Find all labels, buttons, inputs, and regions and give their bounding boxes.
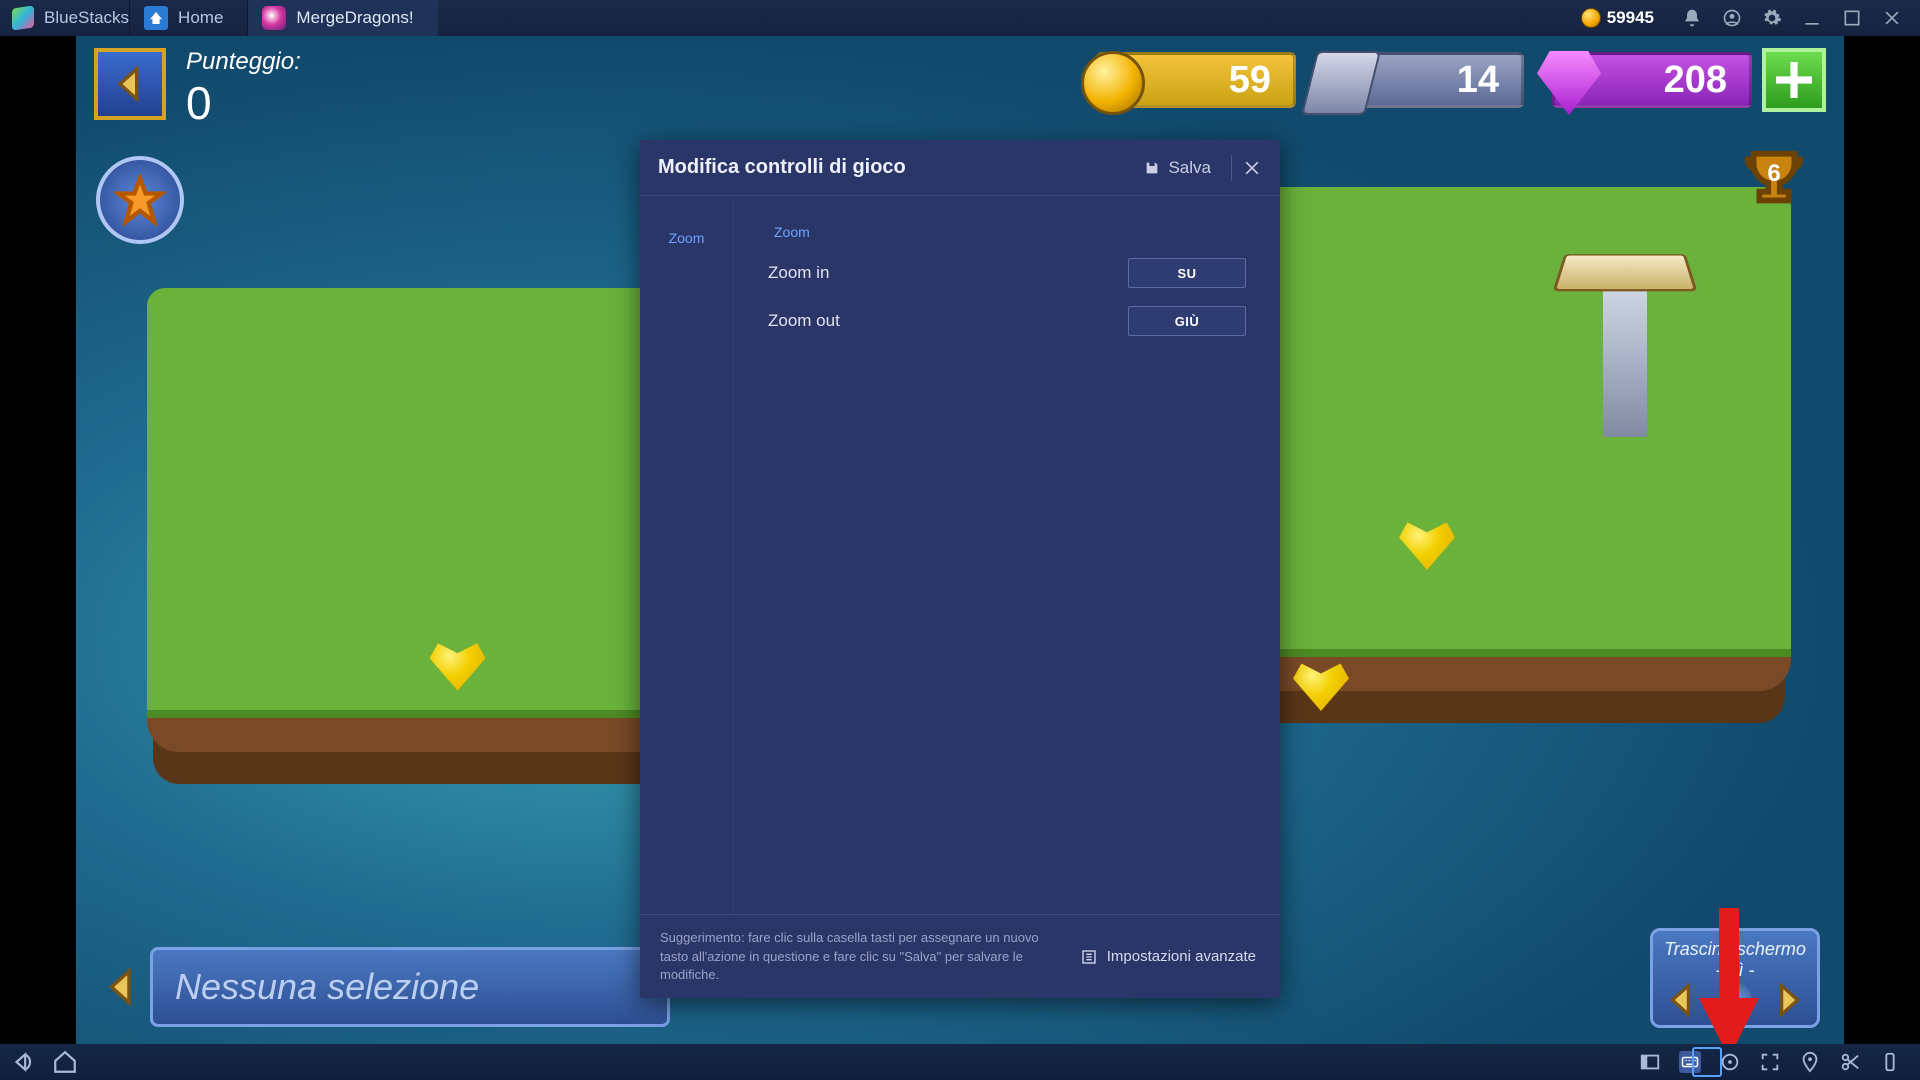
settings-icon [1081, 949, 1097, 965]
keybind-row: Zoom in SU [768, 258, 1246, 288]
modal-sidebar: Zoom [640, 196, 734, 914]
gold-counter[interactable]: 59 [1096, 52, 1296, 108]
selection-panel: Nessuna selezione [150, 947, 670, 1027]
bluestacks-bottombar [0, 1044, 1920, 1080]
category-zoom[interactable]: Zoom [640, 230, 733, 246]
hint-text: Suggerimento: fare clic sulla casella ta… [660, 929, 1053, 984]
coin-amount: 59945 [1607, 8, 1654, 28]
gem-value: 208 [1664, 59, 1727, 102]
modal-title: Modifica controlli di gioco [658, 156, 1134, 179]
tab-mergedragons[interactable]: MergeDragons! [247, 0, 437, 36]
drag-screen-label: Trascina schermo [1659, 939, 1811, 960]
back-arrow-icon [110, 64, 150, 104]
star-badge-button[interactable] [96, 156, 184, 244]
shake-device-icon[interactable] [1879, 1051, 1901, 1073]
advanced-settings-button[interactable]: Impostazioni avanzate [1077, 940, 1260, 973]
modal-header: Modifica controlli di gioco Salva [640, 140, 1280, 196]
keybind-input-zoom-out[interactable]: GIÙ [1128, 306, 1246, 336]
trophy-count: 6 [1767, 160, 1780, 188]
maximize-icon[interactable] [1842, 8, 1862, 28]
save-label: Salva [1168, 158, 1211, 178]
gold-value: 59 [1229, 59, 1271, 102]
stone-value: 14 [1457, 59, 1499, 102]
gem-icon [1537, 51, 1601, 115]
back-button[interactable] [94, 48, 166, 120]
account-icon[interactable] [1722, 8, 1742, 28]
bluestacks-titlebar: BlueStacks Home MergeDragons! 59945 [0, 0, 1920, 36]
score-display: Punteggio: 0 [186, 48, 301, 130]
score-value: 0 [186, 76, 301, 130]
drag-screen-state: - Sì - [1659, 960, 1811, 981]
score-label: Punteggio: [186, 48, 301, 76]
trophy-button[interactable]: 6 [1734, 140, 1814, 220]
modal-close-button[interactable] [1242, 158, 1262, 178]
android-back-icon[interactable] [10, 1049, 36, 1075]
drag-next-button[interactable] [1769, 981, 1807, 1019]
selection-label: Nessuna selezione [175, 966, 479, 1008]
window-close-icon[interactable] [1882, 8, 1902, 28]
stone-icon [1301, 51, 1381, 115]
tab-home-label: Home [178, 8, 223, 28]
notifications-icon[interactable] [1682, 8, 1702, 28]
gold-coin-icon [1081, 51, 1145, 115]
mergedragons-app-icon [262, 6, 286, 30]
game-controls-modal: Modifica controlli di gioco Salva Zoom Z… [640, 140, 1280, 998]
location-icon[interactable] [1799, 1051, 1821, 1073]
hud-top: Punteggio: 0 59 14 208 [76, 48, 1844, 128]
minimize-icon[interactable] [1802, 8, 1822, 28]
modal-footer: Suggerimento: fare clic sulla casella ta… [640, 914, 1280, 998]
fullscreen-icon[interactable] [1759, 1051, 1781, 1073]
group-label: Zoom [774, 224, 1246, 240]
terrain-island [1225, 187, 1791, 691]
book-pedestal [1565, 217, 1685, 457]
home-icon [144, 6, 168, 30]
stone-counter[interactable]: 14 [1324, 52, 1524, 108]
action-name: Zoom in [768, 263, 829, 283]
target-icon[interactable] [1719, 1051, 1741, 1073]
screenshot-scissors-icon[interactable] [1839, 1051, 1861, 1073]
advanced-settings-label: Impostazioni avanzate [1107, 948, 1256, 965]
gem-counter[interactable]: 208 [1552, 52, 1752, 108]
selection-prev-button[interactable] [94, 947, 150, 1027]
bluestacks-coin-balance[interactable]: 59945 [1581, 8, 1654, 28]
keybind-row: Zoom out GIÙ [768, 306, 1246, 336]
game-viewport: Punteggio: 0 59 14 208 [0, 36, 1920, 1044]
android-home-icon[interactable] [52, 1049, 78, 1075]
toggle-toolbar-icon[interactable] [1639, 1051, 1661, 1073]
coin-icon [1581, 8, 1601, 28]
save-button[interactable]: Salva [1134, 152, 1221, 184]
drag-prev-button[interactable] [1663, 981, 1701, 1019]
save-icon [1144, 160, 1160, 176]
star-icon [114, 174, 166, 226]
chevron-left-icon [101, 966, 143, 1008]
resource-bar: 59 14 208 [1096, 48, 1826, 112]
tab-game-label: MergeDragons! [296, 8, 413, 28]
add-gems-button[interactable] [1762, 48, 1826, 112]
drag-screen-panel[interactable]: Trascina schermo - Sì - [1650, 928, 1820, 1028]
action-name: Zoom out [768, 311, 840, 331]
modal-main: Zoom Zoom in SU Zoom out GIÙ [734, 196, 1280, 914]
lock-icon [1718, 983, 1752, 1017]
keyboard-controls-icon[interactable] [1679, 1051, 1701, 1073]
divider [1231, 155, 1232, 181]
tab-home[interactable]: Home [129, 0, 247, 36]
settings-gear-icon[interactable] [1762, 8, 1782, 28]
app-name: BlueStacks [44, 8, 129, 28]
keybind-input-zoom-in[interactable]: SU [1128, 258, 1246, 288]
bluestacks-logo-icon [12, 5, 34, 30]
